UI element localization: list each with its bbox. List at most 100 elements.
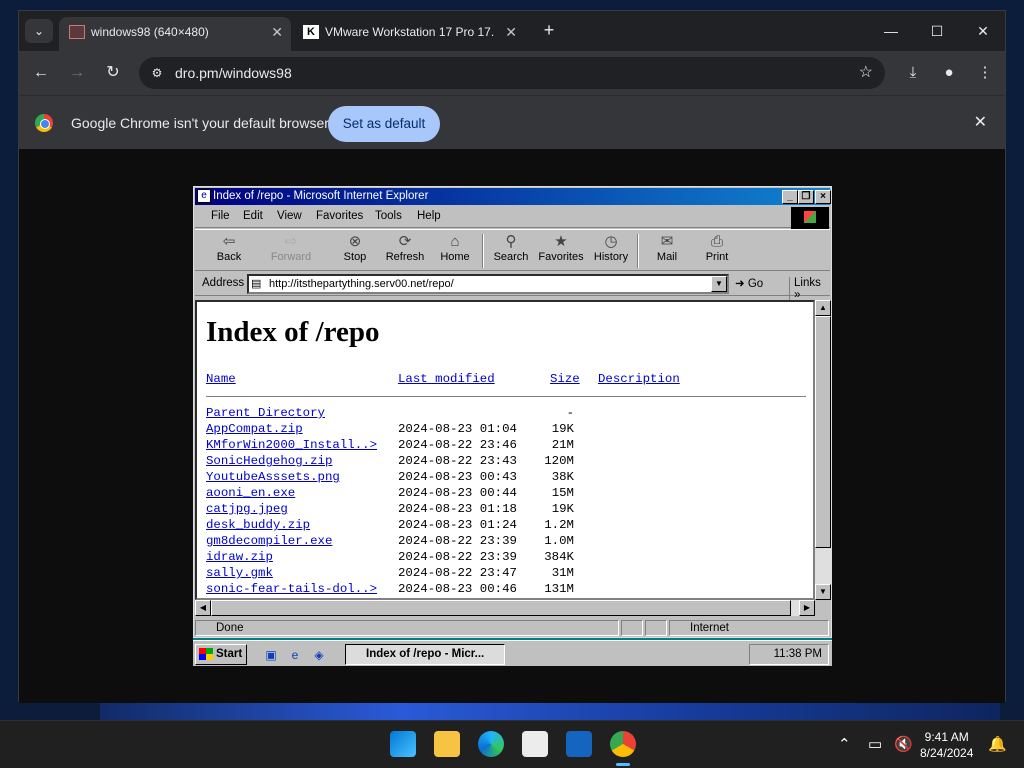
ie-address-input[interactable]: ▤ http://itsthepartything.serv00.net/rep… bbox=[247, 274, 729, 294]
ie-links-button[interactable]: Links » bbox=[789, 277, 830, 301]
forward-button[interactable]: → bbox=[65, 61, 89, 85]
ie-minimize-button[interactable]: _ bbox=[782, 190, 798, 204]
ie-mail-button[interactable]: ✉ Mail bbox=[643, 233, 691, 269]
close-tab-icon[interactable]: ✕ bbox=[505, 17, 517, 47]
hscroll-thumb[interactable] bbox=[211, 600, 791, 616]
outlook-icon[interactable] bbox=[566, 731, 592, 757]
show-desktop-icon[interactable]: ▣ bbox=[263, 647, 279, 663]
file-link[interactable]: SonicHedgehog.zip bbox=[206, 454, 332, 468]
file-size: 19K bbox=[551, 422, 574, 436]
ie-print-button[interactable]: ⎙ Print bbox=[693, 233, 741, 269]
infobar-close-icon[interactable]: ✕ bbox=[974, 112, 987, 132]
set-default-button[interactable]: Set as default bbox=[328, 106, 440, 142]
ie-stop-button[interactable]: ⊗ Stop bbox=[331, 233, 379, 269]
file-link[interactable]: catjpg.jpeg bbox=[206, 502, 288, 516]
bookmark-star-icon[interactable]: ☆ bbox=[859, 62, 873, 82]
ie-go-button[interactable]: ➜ Go bbox=[735, 276, 763, 290]
ie-vertical-scrollbar[interactable]: ▲ ▼ bbox=[815, 300, 831, 600]
menu-file[interactable]: File bbox=[211, 210, 230, 222]
toolbar-separator bbox=[482, 234, 484, 268]
reload-button[interactable]: ↻ bbox=[101, 61, 125, 85]
ie-titlebar[interactable]: e Index of /repo - Microsoft Internet Ex… bbox=[195, 188, 831, 205]
sort-modified-link[interactable]: Last modified bbox=[398, 372, 495, 386]
profile-icon[interactable]: ● bbox=[937, 61, 961, 85]
tray-clock[interactable]: 11:38 PM bbox=[774, 648, 822, 660]
ie-close-button[interactable]: × bbox=[815, 190, 831, 204]
file-link[interactable]: idraw.zip bbox=[206, 550, 273, 564]
scroll-left-icon[interactable]: ◀ bbox=[195, 600, 211, 616]
tab-vmware[interactable]: K VMware Workstation 17 Pro 17. ✕ bbox=[293, 17, 525, 51]
ie-forward-button[interactable]: ⇨ Forward bbox=[267, 233, 315, 269]
edge-icon[interactable] bbox=[478, 731, 504, 757]
file-link[interactable]: Parent Directory bbox=[206, 406, 325, 420]
scroll-down-icon[interactable]: ▼ bbox=[815, 584, 831, 600]
status-cell bbox=[645, 620, 667, 636]
file-link[interactable]: gm8decompiler.exe bbox=[206, 534, 332, 548]
ie-horizontal-scrollbar[interactable]: ◀ ▶ bbox=[195, 600, 815, 616]
file-link[interactable]: aooni_en.exe bbox=[206, 486, 295, 500]
ie-back-button[interactable]: ⇦ Back bbox=[205, 233, 253, 269]
ie-quicklaunch-icon[interactable]: e bbox=[287, 647, 303, 663]
site-info-icon[interactable]: ⚙ bbox=[147, 63, 167, 83]
refresh-icon: ⟳ bbox=[398, 233, 412, 250]
scroll-up-icon[interactable]: ▲ bbox=[815, 300, 831, 316]
ie-history-button[interactable]: ◷ History bbox=[587, 233, 635, 269]
ie-refresh-button[interactable]: ⟳ Refresh bbox=[381, 233, 429, 269]
file-size: 120M bbox=[544, 454, 574, 468]
start-label: Start bbox=[216, 648, 243, 660]
menu-help[interactable]: Help bbox=[417, 210, 441, 222]
menu-view[interactable]: View bbox=[277, 210, 302, 222]
label: Forward bbox=[270, 251, 312, 263]
menu-favorites[interactable]: Favorites bbox=[316, 210, 363, 222]
win98-screen[interactable]: e Index of /repo - Microsoft Internet Ex… bbox=[193, 186, 832, 666]
menu-kebab-icon[interactable]: ⋮ bbox=[973, 61, 997, 85]
file-size: - bbox=[566, 406, 574, 420]
label: Stop bbox=[343, 251, 367, 263]
file-link[interactable]: sally.gmk bbox=[206, 566, 273, 580]
sort-name-link[interactable]: Name bbox=[206, 372, 236, 386]
scroll-thumb[interactable] bbox=[815, 316, 831, 548]
address-dropdown-icon[interactable]: ▼ bbox=[711, 276, 727, 292]
back-button[interactable]: ← bbox=[29, 61, 53, 85]
close-tab-icon[interactable]: ✕ bbox=[271, 17, 283, 47]
notification-bell-icon[interactable]: 🔔 bbox=[988, 735, 1007, 753]
channels-icon[interactable]: ◈ bbox=[311, 647, 327, 663]
file-date: 2024-08-22 23:43 bbox=[398, 454, 517, 468]
start-windows-icon[interactable] bbox=[390, 731, 416, 757]
address-bar[interactable]: ⚙ dro.pm/windows98 ☆ bbox=[139, 57, 885, 89]
network-icon[interactable]: ▭ bbox=[868, 735, 882, 753]
taskbar-ie-button[interactable]: Index of /repo - Micr... bbox=[345, 644, 505, 665]
menu-tools[interactable]: Tools bbox=[375, 210, 402, 222]
tab-windows98[interactable]: windows98 (640×480) ✕ bbox=[59, 17, 291, 51]
ie-favorites-button[interactable]: ★ Favorites bbox=[535, 233, 587, 269]
ie-home-button[interactable]: ⌂ Home bbox=[431, 233, 479, 269]
default-browser-infobar: Google Chrome isn't your default browser… bbox=[19, 95, 1005, 149]
file-link[interactable]: AppCompat.zip bbox=[206, 422, 303, 436]
sort-size-link[interactable]: Size bbox=[550, 372, 580, 386]
file-link[interactable]: KMforWin2000_Install..> bbox=[206, 438, 377, 452]
chrome-taskbar-icon[interactable] bbox=[610, 731, 636, 766]
tab-search-button[interactable]: ⌄ bbox=[25, 19, 53, 43]
volume-muted-icon[interactable]: 🔇 bbox=[894, 735, 913, 753]
store-icon[interactable] bbox=[522, 731, 548, 757]
maximize-button[interactable]: ☐ bbox=[917, 19, 957, 43]
sort-description-link[interactable]: Description bbox=[598, 372, 680, 386]
vmware-favicon-icon: K bbox=[303, 25, 319, 39]
scroll-right-icon[interactable]: ▶ bbox=[799, 600, 815, 616]
file-link[interactable]: sonic-fear-tails-dol..> bbox=[206, 582, 377, 596]
file-date: 2024-08-23 00:43 bbox=[398, 470, 517, 484]
close-window-button[interactable]: ✕ bbox=[963, 19, 1003, 43]
ie-search-button[interactable]: ⚲ Search bbox=[487, 233, 535, 269]
downloads-icon[interactable]: ⤓ bbox=[901, 61, 925, 85]
ie-maximize-button[interactable]: ❐ bbox=[798, 190, 814, 204]
file-link[interactable]: desk_buddy.zip bbox=[206, 518, 310, 532]
minimize-button[interactable]: — bbox=[871, 19, 911, 43]
start-button[interactable]: Start bbox=[195, 644, 247, 665]
file-explorer-icon[interactable] bbox=[434, 731, 460, 757]
new-tab-button[interactable]: + bbox=[537, 19, 561, 43]
menu-edit[interactable]: Edit bbox=[243, 210, 263, 222]
taskbar-clock[interactable]: 9:41 AM 8/24/2024 bbox=[920, 729, 973, 761]
home-icon: ⌂ bbox=[450, 233, 460, 250]
show-hidden-icons-icon[interactable]: ⌃ bbox=[838, 735, 851, 753]
file-link[interactable]: YoutubeAsssets.png bbox=[206, 470, 340, 484]
